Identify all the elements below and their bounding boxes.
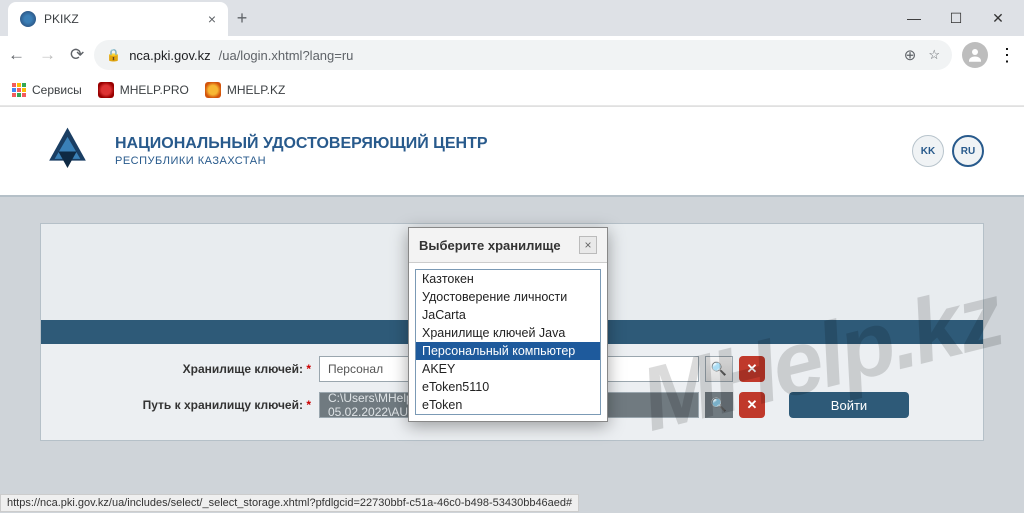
storage-option[interactable]: Казтокен (416, 270, 600, 288)
browser-tab[interactable]: PKIKZ × (8, 2, 228, 36)
back-icon[interactable]: ← (8, 45, 25, 65)
favicon (20, 11, 36, 27)
url-path: /ua/login.xhtml?lang=ru (219, 48, 354, 63)
kebab-menu-icon[interactable]: ⋮ (998, 45, 1016, 66)
bookmark-mhelp-pro[interactable]: MHELP.PRO (98, 82, 189, 98)
browse-path-button[interactable]: 🔍 (705, 392, 733, 418)
reload-icon[interactable]: ⟳ (70, 45, 84, 65)
storage-select-modal: Выберите хранилище × Казтокен Удостовере… (408, 227, 608, 422)
lang-kk-button[interactable]: KK (912, 135, 944, 167)
profile-avatar[interactable] (962, 42, 988, 68)
apps-grid-icon (12, 83, 26, 97)
forward-icon[interactable]: → (39, 45, 56, 65)
bookmark-icon (98, 82, 114, 98)
storage-listbox[interactable]: Казтокен Удостоверение личности JaCarta … (415, 269, 601, 415)
bookmark-label: MHELP.PRO (120, 83, 189, 97)
clear-storage-button[interactable]: ✕ (739, 356, 765, 382)
bookmark-icon (205, 82, 221, 98)
key-storage-label: Хранилище ключей: * (59, 362, 319, 376)
storage-option[interactable]: Хранилище ключей Java (416, 324, 600, 342)
apps-label: Сервисы (32, 83, 82, 97)
storage-option[interactable]: AKEY (416, 360, 600, 378)
storage-option[interactable]: eToken5110 (416, 378, 600, 396)
storage-option[interactable]: Удостоверение личности (416, 288, 600, 306)
status-bar: https://nca.pki.gov.kz/ua/includes/selec… (0, 494, 579, 512)
search-in-page-icon[interactable]: ⊕ (904, 46, 917, 64)
storage-option[interactable]: eToken (416, 396, 600, 414)
page-header: НАЦИОНАЛЬНЫЙ УДОСТОВЕРЯЮЩИЙ ЦЕНТР РЕСПУБ… (0, 107, 1024, 197)
modal-title: Выберите хранилище (419, 238, 561, 253)
lock-icon: 🔒 (106, 48, 121, 62)
key-path-label: Путь к хранилищу ключей: * (59, 398, 319, 412)
close-tab-icon[interactable]: × (208, 11, 216, 27)
close-window-icon[interactable]: ✕ (986, 10, 1010, 27)
site-subtitle: РЕСПУБЛИКИ КАЗАХСТАН (115, 155, 488, 167)
login-button[interactable]: Войти (789, 392, 909, 418)
new-tab-button[interactable]: + (228, 8, 256, 29)
bookmark-label: MHELP.KZ (227, 83, 285, 97)
bookmark-mhelp-kz[interactable]: MHELP.KZ (205, 82, 285, 98)
address-bar[interactable]: 🔒 nca.pki.gov.kz/ua/login.xhtml?lang=ru … (94, 40, 952, 70)
site-title: НАЦИОНАЛЬНЫЙ УДОСТОВЕРЯЮЩИЙ ЦЕНТР (115, 135, 488, 153)
site-logo (40, 124, 95, 179)
modal-close-button[interactable]: × (579, 236, 597, 254)
browse-storage-button[interactable]: 🔍 (705, 356, 733, 382)
storage-option[interactable]: JaCarta (416, 306, 600, 324)
apps-shortcut[interactable]: Сервисы (12, 83, 82, 97)
clear-path-button[interactable]: ✕ (739, 392, 765, 418)
storage-option-selected[interactable]: Персональный компьютер (416, 342, 600, 360)
bookmark-star-icon[interactable]: ☆ (928, 47, 940, 63)
maximize-icon[interactable]: ☐ (944, 10, 968, 27)
tab-title: PKIKZ (44, 12, 200, 26)
url-host: nca.pki.gov.kz (129, 48, 210, 63)
lang-ru-button[interactable]: RU (952, 135, 984, 167)
minimize-icon[interactable]: — (902, 10, 926, 27)
